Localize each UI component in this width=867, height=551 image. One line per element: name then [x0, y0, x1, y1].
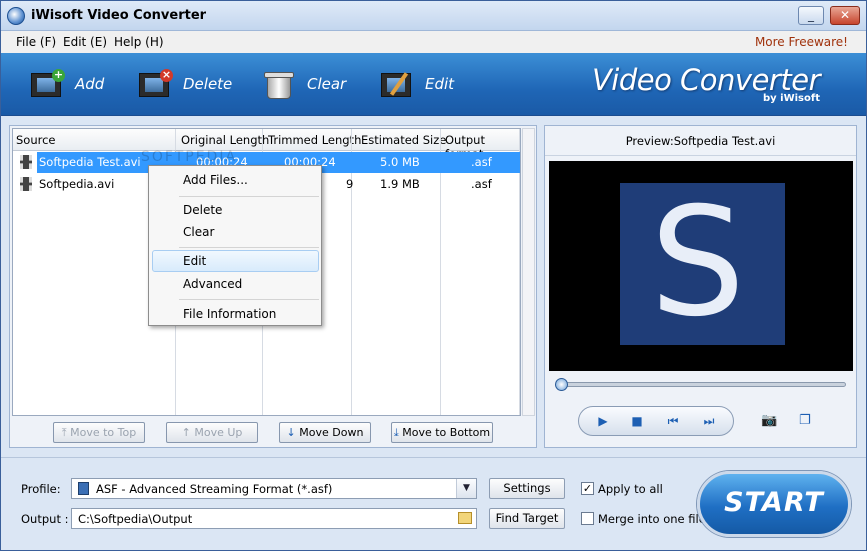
folder-icon[interactable] — [458, 512, 472, 524]
output-path-value: C:\Softpedia\Output — [78, 512, 193, 526]
output-path-field[interactable]: C:\Softpedia\Output — [71, 508, 477, 529]
snapshot-icon[interactable]: 📷 — [761, 413, 779, 428]
play-icon[interactable]: ▶ — [596, 414, 610, 428]
ctx-delete[interactable]: Delete — [183, 203, 222, 217]
trash-icon — [263, 69, 297, 99]
move-down-label: Move Down — [299, 426, 364, 439]
minimize-button[interactable]: _ — [798, 6, 824, 25]
profile-label: Profile: — [21, 482, 61, 496]
row-size: 5.0 MB — [380, 155, 420, 169]
app-icon — [7, 7, 25, 25]
add-button[interactable]: + Add — [31, 67, 104, 101]
move-to-top-button[interactable]: ⤒ Move to Top — [53, 422, 145, 443]
ctx-edit[interactable]: Edit — [183, 254, 206, 268]
table-header: Source Original Length Trimmed Length Es… — [13, 129, 520, 161]
edit-label: Edit — [425, 75, 455, 93]
menu-bar: File (F) Edit (E) Help (H) More Freeware… — [1, 31, 866, 53]
ctx-add-files[interactable]: Add Files... — [183, 173, 248, 187]
profile-value: ASF - Advanced Streaming Format (*.asf) — [96, 482, 333, 496]
edit-video-icon — [381, 69, 415, 99]
merge-label: Merge into one file — [598, 512, 706, 526]
menu-help[interactable]: Help (H) — [114, 35, 164, 49]
col-estimated-size[interactable]: Estimated Size — [361, 133, 446, 147]
watermark: SOFTPEDIA — [141, 149, 238, 165]
frame-letter: S — [650, 176, 746, 350]
context-menu: Add Files... Delete Clear Edit Advanced … — [148, 165, 322, 326]
add-video-icon: + — [31, 69, 65, 99]
close-button[interactable]: ✕ — [830, 6, 860, 25]
add-label: Add — [75, 75, 105, 93]
settings-bar: Profile: ASF - Advanced Streaming Format… — [1, 457, 866, 550]
stop-icon[interactable]: ■ — [630, 414, 644, 428]
row-size: 1.9 MB — [380, 177, 420, 191]
col-source[interactable]: Source — [16, 133, 56, 147]
menu-file[interactable]: File (F) — [16, 35, 56, 49]
row-format: .asf — [471, 177, 492, 191]
move-up-label: Move Up — [194, 426, 243, 439]
apply-to-all-checkbox[interactable]: ✓ — [581, 482, 594, 495]
row-source: Softpedia Test.avi — [39, 155, 141, 169]
next-frame-icon[interactable]: ⏭ — [702, 414, 716, 428]
playback-controls: ▶ ■ ⏮ ⏭ — [578, 406, 734, 436]
window-title: iWisoft Video Converter — [31, 8, 207, 23]
find-target-button[interactable]: Find Target — [489, 508, 565, 529]
clear-button[interactable]: Clear — [263, 67, 346, 101]
arrow-down-icon: ↓ — [286, 426, 300, 439]
open-folder-window-icon[interactable]: ❐ — [799, 413, 817, 428]
table-scrollbar[interactable] — [522, 128, 535, 416]
preview-frame: S — [620, 183, 785, 345]
delete-button[interactable]: × Delete — [139, 67, 232, 101]
more-freeware-link[interactable]: More Freeware! — [755, 35, 848, 49]
toolbar: + Add × Delete Clear Edit Video Converte… — [1, 53, 866, 116]
start-button[interactable]: START — [697, 471, 851, 537]
col-trimmed-length[interactable]: Trimmed Length — [268, 133, 361, 147]
move-to-top-label: Move to Top — [70, 426, 137, 439]
logo-title: Video Converter — [591, 63, 821, 97]
format-icon — [78, 482, 89, 495]
row-source: Softpedia.avi — [39, 177, 115, 191]
arrow-up-icon: ↑ — [181, 426, 195, 439]
preview-screen: S — [549, 161, 853, 371]
seek-bar[interactable] — [555, 378, 846, 391]
delete-label: Delete — [183, 75, 233, 93]
apply-to-all-label: Apply to all — [598, 482, 663, 496]
clear-label: Clear — [307, 75, 347, 93]
arrow-top-icon: ⤒ — [61, 426, 71, 439]
app-window: iWisoft Video Converter _ □ ✕ File (F) E… — [0, 0, 867, 551]
ctx-advanced[interactable]: Advanced — [183, 277, 242, 291]
context-menu-highlight — [152, 250, 319, 272]
seek-handle[interactable] — [555, 378, 568, 391]
row-format: .asf — [471, 155, 492, 169]
col-original-length[interactable]: Original Length — [181, 133, 269, 147]
ctx-clear[interactable]: Clear — [183, 225, 214, 239]
profile-select[interactable]: ASF - Advanced Streaming Format (*.asf) … — [71, 478, 477, 499]
move-down-button[interactable]: ↓ Move Down — [279, 422, 371, 443]
chevron-down-icon[interactable]: ▼ — [456, 479, 476, 498]
preview-panel: Preview:Softpedia Test.avi S ▶ ■ ⏮ ⏭ 📷 ❐ — [544, 125, 857, 448]
product-logo: Video Converter by iWisoft — [591, 63, 821, 104]
settings-button[interactable]: Settings — [489, 478, 565, 499]
output-label: Output : — [21, 512, 69, 526]
title-bar: iWisoft Video Converter _ □ ✕ — [1, 1, 866, 31]
edit-button[interactable]: Edit — [381, 67, 454, 101]
delete-video-icon: × — [139, 69, 173, 99]
merge-checkbox[interactable] — [581, 512, 594, 525]
row-trimmed-length: 9 — [346, 177, 354, 191]
video-file-icon — [20, 155, 32, 169]
preview-title: Preview:Softpedia Test.avi — [545, 126, 856, 156]
menu-edit[interactable]: Edit (E) — [63, 35, 107, 49]
video-file-icon — [20, 177, 32, 191]
move-to-bottom-button[interactable]: ⤓ Move to Bottom — [391, 422, 493, 443]
ctx-file-information[interactable]: File Information — [183, 307, 276, 321]
move-up-button[interactable]: ↑ Move Up — [166, 422, 258, 443]
move-to-bottom-label: Move to Bottom — [402, 426, 491, 439]
arrow-bottom-icon: ⤓ — [393, 426, 403, 439]
previous-frame-icon[interactable]: ⏮ — [666, 414, 680, 428]
